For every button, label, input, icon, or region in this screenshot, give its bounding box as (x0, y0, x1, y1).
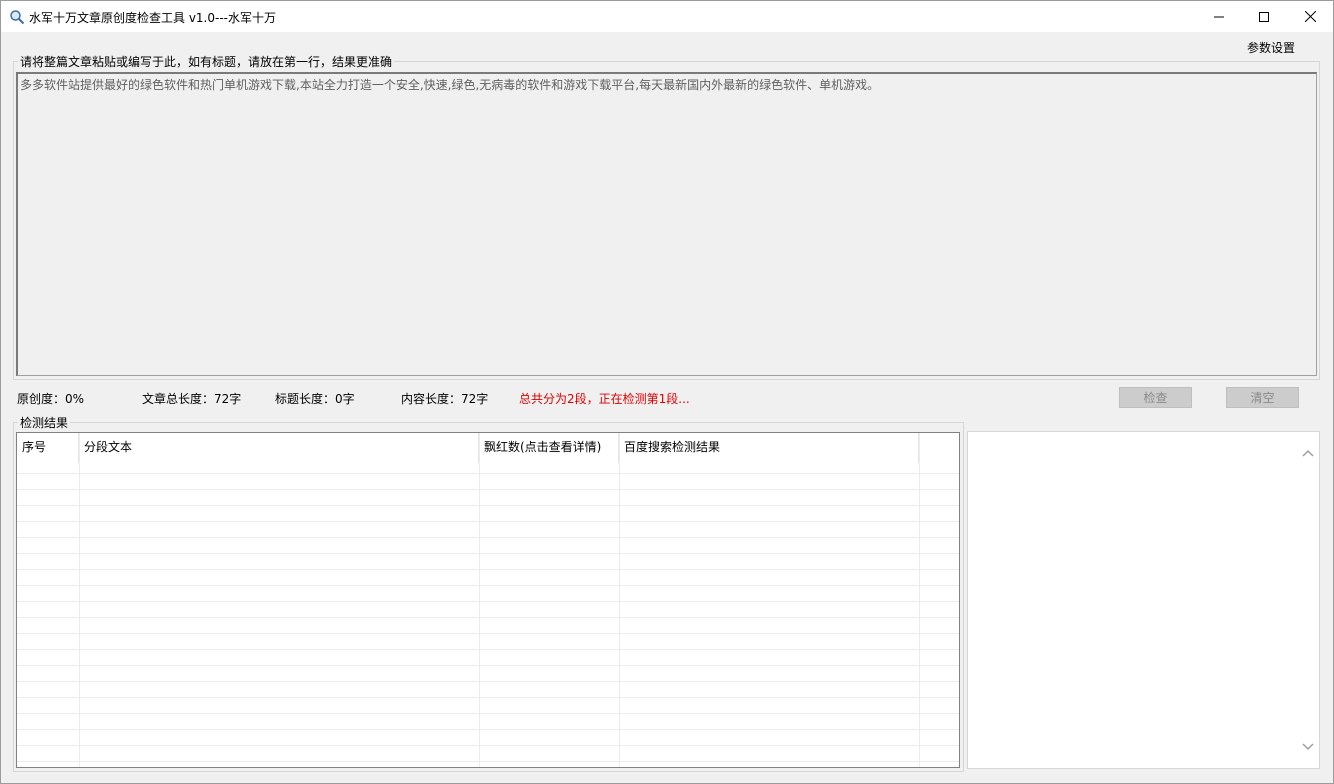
app-window: 水军十万文章原创度检查工具 v1.0---水军十万 参数设置 请将整篇文章粘贴或… (0, 0, 1334, 784)
article-group-label: 请将整篇文章粘贴或编写于此，如有标题，请放在第一行，结果更准确 (18, 53, 395, 70)
table-row[interactable] (17, 633, 959, 649)
chevron-down-icon[interactable] (1302, 740, 1314, 752)
table-row[interactable] (17, 713, 959, 729)
table-row[interactable] (17, 473, 959, 489)
table-header: 序号 分段文本 飘红数(点击查看详情) 百度搜索检测结果 (17, 433, 959, 463)
maximize-button[interactable] (1241, 1, 1287, 32)
total-length-stat: 文章总长度：72字 (142, 392, 242, 406)
column-header-segment-text[interactable]: 分段文本 (79, 433, 479, 463)
table-row[interactable] (17, 505, 959, 521)
table-row[interactable] (17, 585, 959, 601)
magnifier-icon (9, 9, 25, 25)
table-row[interactable] (17, 489, 959, 505)
detail-panel[interactable] (967, 431, 1320, 769)
title-bar[interactable]: 水军十万文章原创度检查工具 v1.0---水军十万 (1, 1, 1333, 32)
title-length-stat: 标题长度：0字 (275, 392, 355, 406)
table-row[interactable] (17, 521, 959, 537)
settings-menu[interactable]: 参数设置 (1247, 39, 1295, 56)
window-title: 水军十万文章原创度检查工具 v1.0---水军十万 (29, 11, 276, 25)
check-button[interactable]: 检查 (1119, 387, 1192, 408)
table-row[interactable] (17, 553, 959, 569)
column-divider (619, 433, 620, 767)
table-row[interactable] (17, 665, 959, 681)
close-icon (1304, 11, 1316, 22)
table-row[interactable] (17, 745, 959, 761)
table-row[interactable] (17, 537, 959, 553)
results-table[interactable]: 序号 分段文本 飘红数(点击查看详情) 百度搜索检测结果 (16, 432, 960, 768)
column-divider (79, 433, 80, 767)
column-header-baidu-result[interactable]: 百度搜索检测结果 (619, 433, 919, 463)
table-row[interactable] (17, 649, 959, 665)
progress-status: 总共分为2段，正在检测第1段... (519, 392, 690, 406)
minimize-button[interactable] (1196, 1, 1242, 32)
column-divider (479, 433, 480, 767)
column-header-red-count[interactable]: 飘红数(点击查看详情) (479, 433, 619, 463)
table-row[interactable] (17, 761, 959, 767)
chevron-up-icon[interactable] (1302, 448, 1314, 460)
clear-button[interactable]: 清空 (1226, 387, 1299, 408)
close-button[interactable] (1287, 1, 1333, 32)
content-length-stat: 内容长度：72字 (401, 392, 489, 406)
minimize-icon (1214, 16, 1224, 17)
table-row[interactable] (17, 569, 959, 585)
column-header-index[interactable]: 序号 (17, 433, 79, 463)
column-divider (919, 433, 920, 767)
table-row[interactable] (17, 697, 959, 713)
originality-stat: 原创度：0% (17, 392, 85, 406)
table-row[interactable] (17, 617, 959, 633)
results-group-label: 检测结果 (18, 414, 71, 431)
table-row[interactable] (17, 681, 959, 697)
table-row[interactable] (17, 729, 959, 745)
article-textarea[interactable]: 多多软件站提供最好的绿色软件和热门单机游戏下载,本站全力打造一个安全,快速,绿色… (16, 72, 1317, 376)
maximize-icon (1259, 11, 1269, 22)
table-row[interactable] (17, 601, 959, 617)
